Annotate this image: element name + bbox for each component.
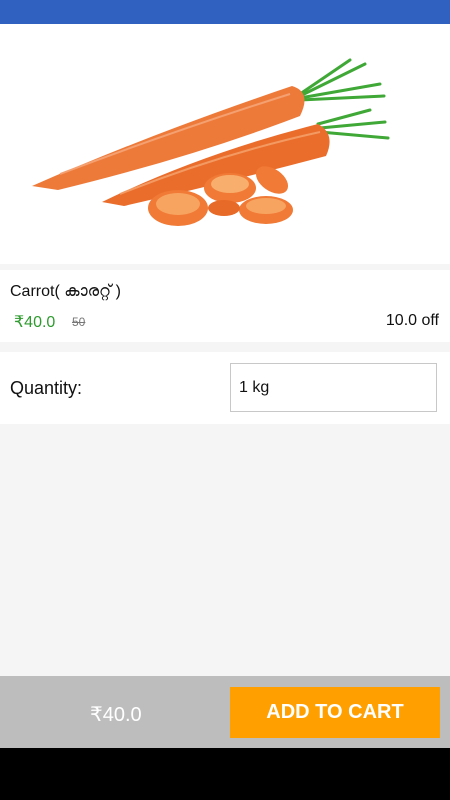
quantity-label: Quantity: bbox=[10, 378, 83, 398]
product-price: ₹40.0 bbox=[14, 314, 56, 331]
product-mrp: 50 bbox=[72, 315, 86, 329]
add-to-cart-button[interactable]: ADD TO CART bbox=[230, 687, 440, 738]
quantity-selector[interactable]: 1 kg bbox=[230, 363, 437, 412]
product-name: Carrot( കാരറ്റ് ) bbox=[10, 283, 121, 300]
navigation-bar bbox=[0, 748, 450, 800]
quantity-value: 1 kg bbox=[239, 379, 270, 396]
discount-label: 10.0 off bbox=[385, 312, 439, 329]
product-info-card: Carrot( കാരറ്റ് ) ₹40.0 50 10.0 off bbox=[0, 270, 450, 342]
total-price: ₹40.0 bbox=[90, 704, 142, 726]
carrot-image bbox=[32, 58, 390, 226]
status-bar bbox=[0, 0, 450, 24]
product-image-area bbox=[0, 24, 450, 264]
quantity-card: Quantity: 1 kg bbox=[0, 352, 450, 424]
bottom-bar: ₹40.0 ADD TO CART bbox=[0, 676, 450, 748]
